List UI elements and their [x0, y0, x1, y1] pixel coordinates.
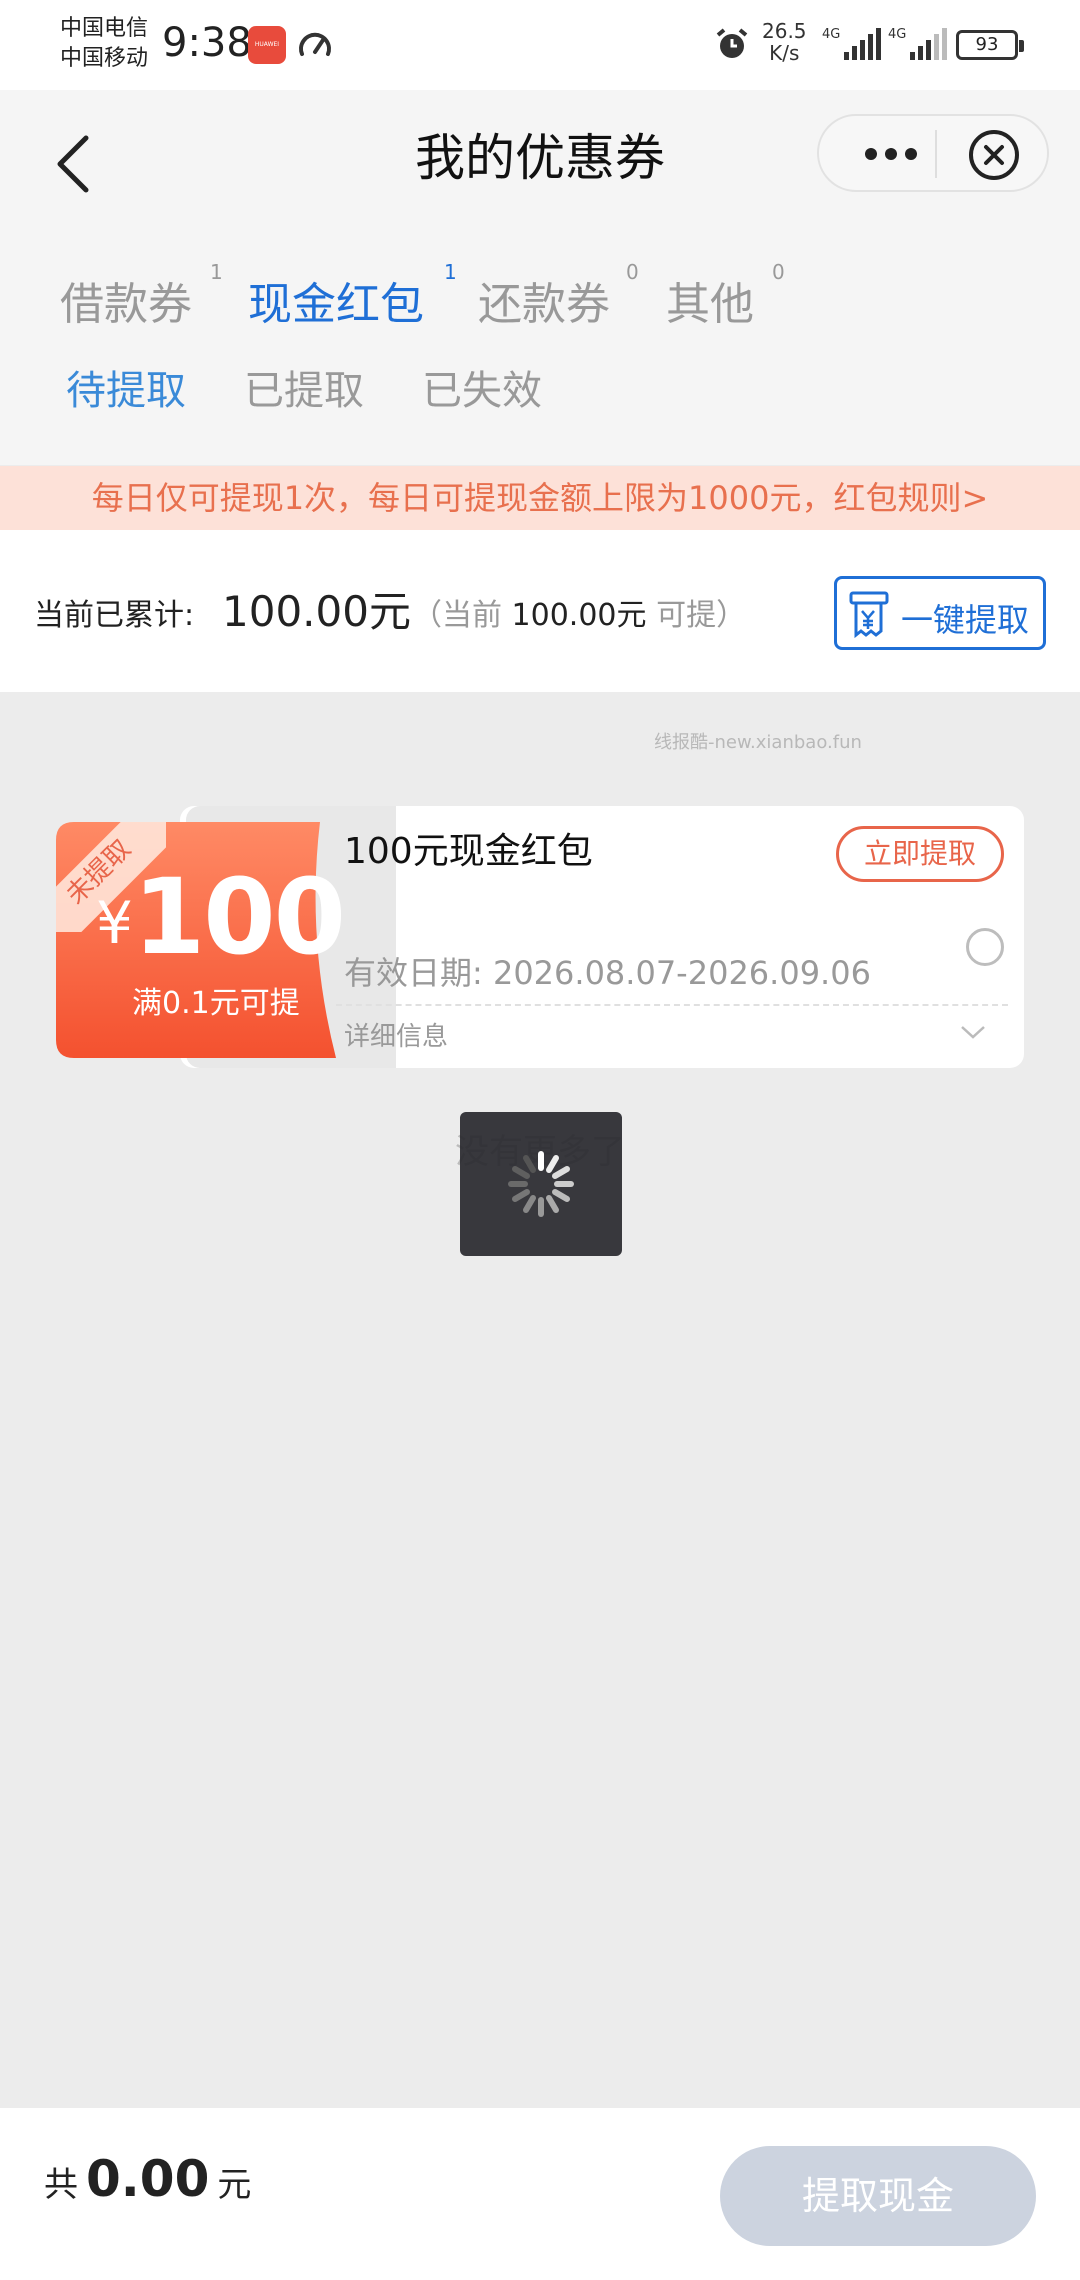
coupon-card[interactable]: 未提取 ¥100 满0.1元可提 100元现金红包 立即提取 有效日期: 202…: [56, 806, 1024, 1068]
coupon-threshold: 满0.1元可提: [132, 986, 300, 1021]
page-header: 我的优惠券 借款券 1 现金红包 1 还款券 0 其他 0 待提取 已提取 已失…: [0, 90, 1080, 465]
one-click-withdraw-label: 一键提取: [901, 601, 1030, 639]
tab-loan-coupon[interactable]: 借款券 1: [60, 260, 223, 332]
status-time: 9:38: [162, 20, 252, 66]
svg-text:4G: 4G: [822, 27, 840, 42]
loading-spinner-icon: [508, 1151, 574, 1217]
signal-4g-icon: 4G: [822, 27, 881, 60]
tab-other[interactable]: 其他 0: [666, 260, 785, 332]
available-amount: （当前 100.00元 可提）: [412, 598, 747, 633]
huawei-app-icon: HUAWEI: [248, 26, 286, 64]
carrier-1: 中国电信: [60, 16, 149, 41]
svg-text:4G: 4G: [888, 27, 906, 42]
network-speed: 26.5 K/s: [762, 19, 807, 65]
coupon-select-radio[interactable]: [966, 928, 1004, 966]
battery-icon: 93: [956, 30, 1024, 60]
tab-cash-red-packet[interactable]: 现金红包 1: [248, 260, 457, 332]
tab-count: 0: [626, 260, 639, 284]
tab-count: 0: [772, 260, 785, 284]
one-click-withdraw-button[interactable]: 一键提取: [834, 576, 1046, 650]
coupon-divider: [336, 1004, 1008, 1006]
carrier-info: 中国电信 中国移动: [60, 14, 148, 74]
rules-notice-banner[interactable]: 每日仅可提现1次，每日可提现金额上限为1000元，红包规则>: [0, 466, 1080, 530]
coupon-details-toggle[interactable]: 详细信息: [344, 1016, 448, 1053]
subtab-expired[interactable]: 已失效: [422, 358, 542, 416]
subtab-pending[interactable]: 待提取: [66, 358, 186, 416]
watermark: 线报酷-new.xianbao.fun: [654, 732, 862, 753]
total-amount: 共 0.00 元: [44, 2150, 252, 2208]
carrier-2: 中国移动: [60, 46, 149, 71]
cash-ticket-icon: [849, 591, 889, 639]
coupon-amount: ¥100: [96, 856, 346, 978]
bottom-action-bar: 共 0.00 元 提取现金: [0, 2108, 1080, 2280]
accumulated-amount: 100.00元: [222, 587, 411, 636]
tab-repayment-coupon[interactable]: 还款券 0: [478, 260, 639, 332]
mini-program-capsule: [817, 114, 1049, 192]
more-dots-icon[interactable]: [849, 132, 939, 176]
subtab-withdrawn[interactable]: 已提取: [244, 358, 364, 416]
signal-4g-icon-2: 4G: [888, 27, 947, 60]
accumulated-label: 当前已累计:: [34, 598, 195, 633]
tab-count: 1: [444, 260, 457, 284]
chevron-down-icon[interactable]: [958, 1018, 988, 1046]
coupon-validity: 有效日期: 2026.08.07-2026.09.06: [344, 954, 871, 992]
speedometer-icon: [299, 32, 331, 56]
loading-toast: [460, 1112, 622, 1256]
accumulated-summary: 当前已累计: 100.00元 （当前 100.00元 可提） 一键提取: [0, 530, 1080, 692]
close-circle-icon[interactable]: [965, 126, 1023, 184]
status-bar: 中国电信 中国移动 9:38 HUAWEI 26.5 K/s 4G 4G 93: [0, 0, 1080, 90]
coupon-name: 100元现金红包: [344, 831, 593, 872]
tab-count: 1: [210, 260, 223, 284]
claim-now-button[interactable]: 立即提取: [836, 826, 1004, 882]
capsule-divider: [935, 130, 937, 178]
withdraw-cash-button[interactable]: 提取现金: [720, 2146, 1036, 2246]
alarm-clock-icon: [716, 28, 748, 58]
